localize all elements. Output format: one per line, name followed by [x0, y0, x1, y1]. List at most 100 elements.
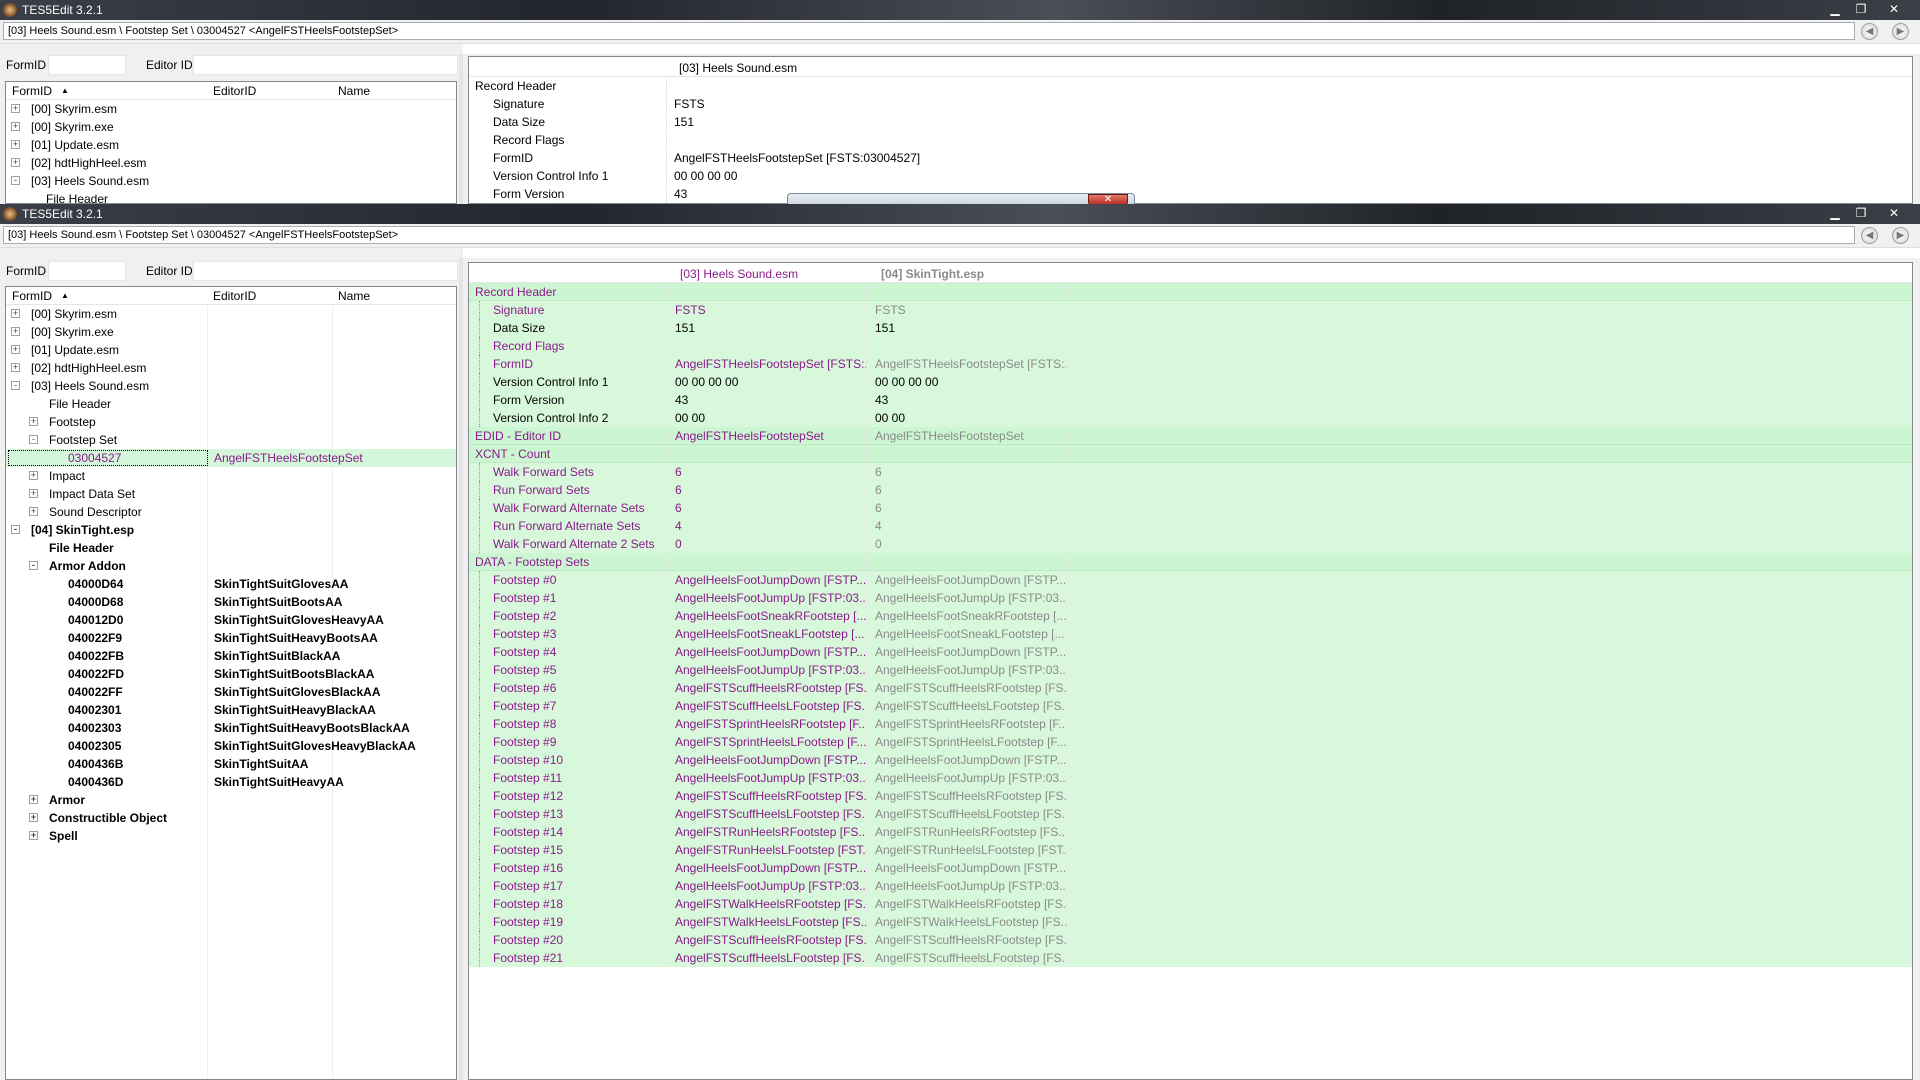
grid-row[interactable]: Form Version 43 43: [469, 391, 1912, 409]
grid-row[interactable]: Footstep #9 AngelFSTSprintHeelsLFootstep …: [469, 733, 1912, 751]
tree-row[interactable]: + [02] hdtHighHeel.esm: [6, 154, 456, 172]
expand-icon[interactable]: +: [11, 363, 20, 372]
grid-row[interactable]: Footstep #8 AngelFSTSprintHeelsRFootstep …: [469, 715, 1912, 733]
tree-row[interactable]: 04002303 SkinTightSuitHeavyBootsBlackAA: [6, 719, 456, 737]
close-icon[interactable]: ✕: [1874, 0, 1914, 18]
expand-icon[interactable]: +: [29, 507, 38, 516]
minimize-icon[interactable]: ▁: [1822, 0, 1848, 18]
tree-row[interactable]: 040022FB SkinTightSuitBlackAA: [6, 647, 456, 665]
tree-row[interactable]: - [03] Heels Sound.esm: [6, 172, 456, 190]
tree-row[interactable]: 04000D68 SkinTightSuitBootsAA: [6, 593, 456, 611]
grid-row[interactable]: Walk Forward Alternate 2 Sets 0 0: [469, 535, 1912, 553]
tree-row[interactable]: 040012D0 SkinTightSuitGlovesHeavyAA: [6, 611, 456, 629]
grid-row[interactable]: Record Header: [469, 283, 1912, 301]
grid-row[interactable]: Footstep #11 AngelHeelsFootJumpUp [FSTP:0…: [469, 769, 1912, 787]
expand-icon[interactable]: +: [29, 489, 38, 498]
navigation-tree[interactable]: FormID ▲ EditorID Name + [00] Skyrim.esm +…: [5, 286, 457, 1080]
close-icon[interactable]: ✕: [1874, 204, 1914, 222]
tree-row[interactable]: 0400436D SkinTightSuitHeavyAA: [6, 773, 456, 791]
tree-row[interactable]: + Impact: [6, 467, 456, 485]
tree-row[interactable]: + [01] Update.esm: [6, 341, 456, 359]
expand-icon[interactable]: +: [29, 417, 38, 426]
grid-row[interactable]: Footstep #6 AngelFSTScuffHeelsRFootstep […: [469, 679, 1912, 697]
tree-row[interactable]: - [04] SkinTight.esp: [6, 521, 456, 539]
tree-row[interactable]: + Sound Descriptor: [6, 503, 456, 521]
maximize-icon[interactable]: ❐: [1848, 204, 1874, 222]
tree-row[interactable]: 0400436B SkinTightSuitAA: [6, 755, 456, 773]
tree-row[interactable]: 04002301 SkinTightSuitHeavyBlackAA: [6, 701, 456, 719]
expand-icon[interactable]: +: [11, 104, 20, 113]
tree-row[interactable]: - Armor Addon: [6, 557, 456, 575]
back-grid-row[interactable]: Version Control Info 1 00 00 00 00: [469, 167, 1912, 185]
grid-row[interactable]: Run Forward Alternate Sets 4 4: [469, 517, 1912, 535]
expand-icon[interactable]: +: [29, 471, 38, 480]
collapse-icon[interactable]: -: [11, 381, 20, 390]
grid-row[interactable]: Footstep #20 AngelFSTScuffHeelsRFootstep …: [469, 931, 1912, 949]
grid-row[interactable]: Footstep #0 AngelHeelsFootJumpDown [FSTP.…: [469, 571, 1912, 589]
expand-icon[interactable]: +: [29, 831, 38, 840]
collapse-icon[interactable]: -: [29, 435, 38, 444]
tree-row[interactable]: + [00] Skyrim.exe: [6, 323, 456, 341]
grid-row[interactable]: Footstep #10 AngelHeelsFootJumpDown [FSTP…: [469, 751, 1912, 769]
editorid-column-header[interactable]: EditorID: [213, 84, 256, 98]
grid-row[interactable]: Footstep #12 AngelFSTScuffHeelsRFootstep …: [469, 787, 1912, 805]
tree-row[interactable]: + [00] Skyrim.esm: [6, 100, 456, 118]
back-grid-row[interactable]: Record Flags: [469, 131, 1912, 149]
grid-row[interactable]: Footstep #15 AngelFSTRunHeelsLFootstep [F…: [469, 841, 1912, 859]
grid-row[interactable]: EDID - Editor ID AngelFSTHeelsFootstepSet…: [469, 427, 1912, 445]
grid-row[interactable]: DATA - Footstep Sets: [469, 553, 1912, 571]
expand-icon[interactable]: +: [29, 795, 38, 804]
back-grid-row[interactable]: FormID AngelFSTHeelsFootstepSet [FSTS:030…: [469, 149, 1912, 167]
expand-icon[interactable]: +: [11, 158, 20, 167]
expand-icon[interactable]: +: [11, 345, 20, 354]
tree-row-selected[interactable]: 03004527 AngelFSTHeelsFootstepSet: [6, 449, 456, 467]
tree-row[interactable]: + Impact Data Set: [6, 485, 456, 503]
grid-row[interactable]: Footstep #18 AngelFSTWalkHeelsRFootstep […: [469, 895, 1912, 913]
tree-row[interactable]: + Armor: [6, 791, 456, 809]
tree-row[interactable]: 040022FF SkinTightSuitGlovesBlackAA: [6, 683, 456, 701]
name-column-header[interactable]: Name: [338, 289, 370, 303]
tree-row[interactable]: + [00] Skyrim.esm: [6, 305, 456, 323]
expand-icon[interactable]: +: [11, 309, 20, 318]
formid-filter-input[interactable]: [48, 55, 126, 75]
tree-row[interactable]: + Footstep: [6, 413, 456, 431]
grid-row[interactable]: Record Flags: [469, 337, 1912, 355]
back-path-field[interactable]: [03] Heels Sound.esm \ Footstep Set \ 03…: [3, 22, 1855, 40]
grid-row[interactable]: Signature FSTS FSTS: [469, 301, 1912, 319]
tree-row[interactable]: + [00] Skyrim.exe: [6, 118, 456, 136]
expand-icon[interactable]: +: [11, 140, 20, 149]
tree-row[interactable]: - [03] Heels Sound.esm: [6, 377, 456, 395]
editorid-column-header[interactable]: EditorID: [213, 289, 256, 303]
maximize-icon[interactable]: ❐: [1848, 0, 1874, 18]
expand-icon[interactable]: +: [11, 327, 20, 336]
grid-row[interactable]: XCNT - Count: [469, 445, 1912, 463]
forward-arrow-icon[interactable]: ▶: [1892, 23, 1909, 40]
record-grid[interactable]: [03] Heels Sound.esm [04] SkinTight.esp …: [468, 262, 1913, 1080]
expand-icon[interactable]: +: [11, 122, 20, 131]
back-arrow-icon[interactable]: ◀: [1861, 227, 1878, 244]
tree-row[interactable]: File Header: [6, 395, 456, 413]
tree-row[interactable]: File Header: [6, 539, 456, 557]
back-grid-row[interactable]: Record Header: [469, 77, 1912, 95]
tree-row[interactable]: - Footstep Set: [6, 431, 456, 449]
tree-row[interactable]: 040022FD SkinTightSuitBootsBlackAA: [6, 665, 456, 683]
back-navigation-tree[interactable]: FormID ▲ EditorID Name + [00] Skyrim.esm +…: [5, 81, 457, 204]
grid-row[interactable]: Footstep #4 AngelHeelsFootJumpDown [FSTP.…: [469, 643, 1912, 661]
grid-row[interactable]: Footstep #3 AngelHeelsFootSneakLFootstep …: [469, 625, 1912, 643]
forward-arrow-icon[interactable]: ▶: [1892, 227, 1909, 244]
formid-column-header[interactable]: FormID: [12, 289, 52, 303]
expand-icon[interactable]: +: [29, 813, 38, 822]
editorid-filter-input[interactable]: [193, 55, 458, 75]
grid-row[interactable]: Footstep #2 AngelHeelsFootSneakRFootstep …: [469, 607, 1912, 625]
formid-filter-input[interactable]: [48, 261, 126, 281]
grid-row[interactable]: Footstep #5 AngelHeelsFootJumpUp [FSTP:03…: [469, 661, 1912, 679]
name-column-header[interactable]: Name: [338, 84, 370, 98]
grid-row[interactable]: Walk Forward Alternate Sets 6 6: [469, 499, 1912, 517]
grid-row[interactable]: Footstep #19 AngelFSTWalkHeelsLFootstep […: [469, 913, 1912, 931]
back-record-grid[interactable]: [03] Heels Sound.esm Record Header Signat…: [468, 56, 1913, 204]
path-field[interactable]: [03] Heels Sound.esm \ Footstep Set \ 03…: [3, 226, 1855, 244]
grid-row[interactable]: Footstep #13 AngelFSTScuffHeelsLFootstep …: [469, 805, 1912, 823]
tree-row[interactable]: + Spell: [6, 827, 456, 845]
grid-row[interactable]: Footstep #16 AngelHeelsFootJumpDown [FSTP…: [469, 859, 1912, 877]
grid-row[interactable]: Walk Forward Sets 6 6: [469, 463, 1912, 481]
